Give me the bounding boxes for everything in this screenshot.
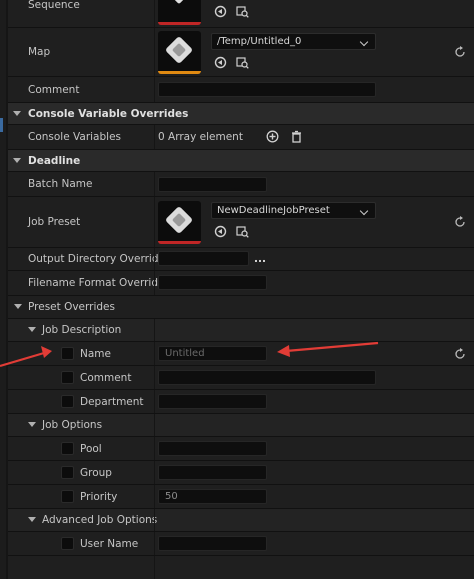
left-annotation-arrow <box>0 346 52 368</box>
annotation-arrows <box>0 341 379 368</box>
right-annotation-arrow <box>277 341 379 357</box>
